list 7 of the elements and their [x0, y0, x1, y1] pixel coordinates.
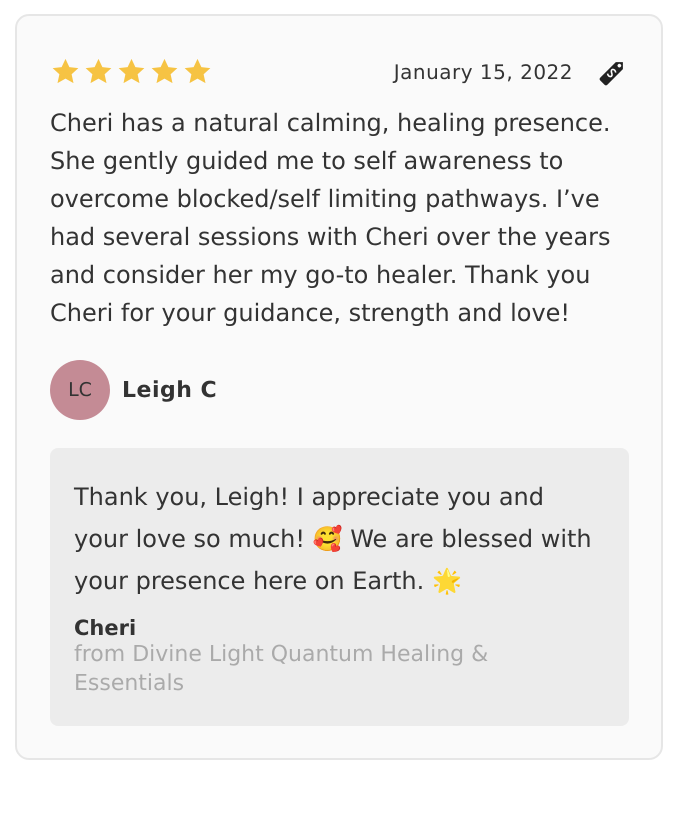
reply-author: Cheri	[74, 616, 138, 640]
reviewer-name: Leigh C	[122, 378, 218, 402]
reply-source: from Divine Light Quantum Healing & Essentials	[74, 641, 490, 698]
avatar: LC	[50, 360, 110, 420]
review-date: January 15, 2022	[394, 60, 573, 84]
review-text: Cheri has a natural calming, healing presence. She gently guided me to self awareness to overcome blocked/self limiting pathways. I’ve had several sessions with Cheri over the years and consider her my go-to healer. Thank you Cheri for your guidance, strength and love!	[50, 108, 612, 329]
reply-text: Thank you, Leigh! I appreciate you and your love so much! 🥰 We are blessed with your presence here on Earth. 🌟	[74, 482, 593, 597]
